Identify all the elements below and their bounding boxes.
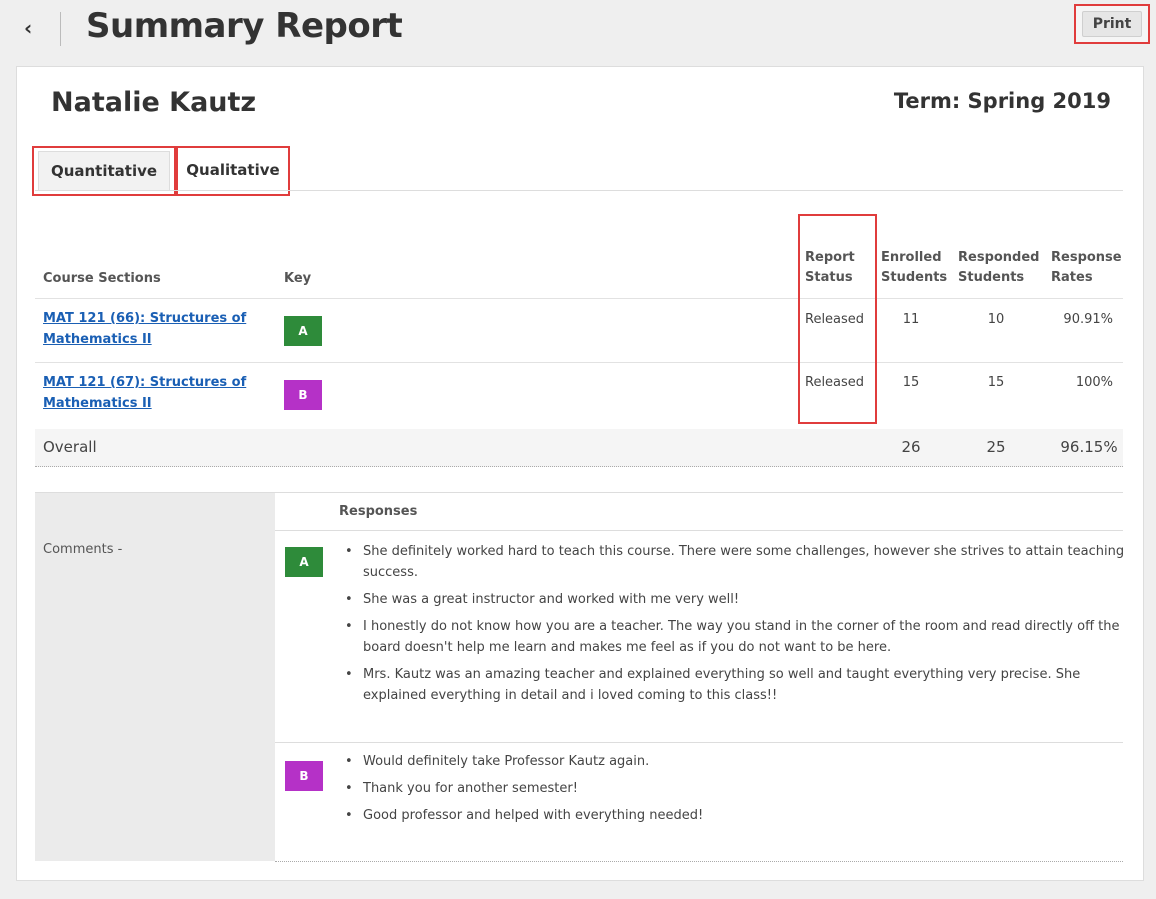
header-responded-line1: Responded [958,250,1040,265]
tab-qualitative[interactable]: Qualitative [176,146,290,196]
key-badge-b: B [285,761,323,791]
instructor-name: Natalie Kautz [51,87,257,118]
course-link-line1[interactable]: MAT 121 (66): Structures of [43,308,246,329]
response-rate: 100% [1075,375,1113,390]
overall-rate: 96.15% [1060,438,1118,456]
overall-row: Overall 26 25 96.15% [35,429,1123,467]
header-course-sections: Course Sections [43,271,161,286]
header-enrolled-students: Enrolled Students [881,248,947,288]
header-responded-students: Responded Students [958,248,1040,288]
tab-qualitative-label[interactable]: Qualitative [182,151,284,191]
course-link-mat121-66[interactable]: MAT 121 (66): Structures of Mathematics … [43,308,246,350]
tab-quantitative-label[interactable]: Quantitative [38,151,170,191]
print-button-label[interactable]: Print [1082,11,1142,37]
title-divider [60,12,61,46]
response-item: I honestly do not know how you are a tea… [339,616,1125,658]
course-link-mat121-67[interactable]: MAT 121 (67): Structures of Mathematics … [43,372,246,414]
response-list-a: She definitely worked hard to teach this… [339,541,1125,712]
tab-quantitative[interactable]: Quantitative [32,146,176,196]
report-card: Natalie Kautz Term: Spring 2019 Quantita… [16,66,1144,881]
header-key: Key [284,271,312,286]
page-title: Summary Report [86,6,403,46]
top-bar: ‹ Summary Report Print [0,0,1156,62]
key-badge-b: B [284,380,322,410]
response-item: Would definitely take Professor Kautz ag… [339,751,1125,772]
response-item: She was a great instructor and worked wi… [339,589,1125,610]
responded-count: 15 [987,375,1005,390]
enrolled-count: 15 [902,375,920,390]
response-rate: 90.91% [1063,312,1113,327]
overall-label: Overall [43,438,97,456]
comments-label-column: Comments - [35,493,275,861]
comments-section: Comments - Responses A She definitely wo… [35,492,1125,862]
course-link-line2[interactable]: Mathematics II [43,329,246,350]
overall-enrolled: 26 [901,438,921,456]
course-link-line1[interactable]: MAT 121 (67): Structures of [43,372,246,393]
comments-label: Comments - [43,542,123,557]
header-enrolled-line1: Enrolled [881,250,942,265]
header-response-rates: Response Rates [1051,248,1122,288]
report-status-highlight [798,214,877,424]
print-button[interactable]: Print [1074,4,1150,44]
tab-divider [35,190,1123,191]
comments-bottom-divider [275,861,1123,862]
row-divider [35,362,1123,363]
enrolled-count: 11 [902,312,920,327]
overall-responded: 25 [986,438,1006,456]
response-item: Mrs. Kautz was an amazing teacher and ex… [339,664,1125,706]
course-link-line2[interactable]: Mathematics II [43,393,246,414]
header-rates-line1: Response [1051,250,1122,265]
key-badge-a: A [284,316,322,346]
responses-header-label: Responses [339,504,418,519]
header-enrolled-line2: Students [881,270,948,285]
term-label: Term: Spring 2019 [893,89,1111,113]
response-item: She definitely worked hard to teach this… [339,541,1125,583]
group-divider [275,742,1123,743]
responded-count: 10 [987,312,1005,327]
response-item: Thank you for another semester! [339,778,1125,799]
header-rates-line2: Rates [1051,270,1093,285]
back-icon[interactable]: ‹ [24,16,32,40]
header-divider [35,298,1123,299]
header-responded-line2: Students [958,270,1025,285]
response-item: Good professor and helped with everythin… [339,805,1125,826]
response-list-b: Would definitely take Professor Kautz ag… [339,751,1125,832]
key-badge-a: A [285,547,323,577]
responses-header: Responses [275,493,1123,531]
